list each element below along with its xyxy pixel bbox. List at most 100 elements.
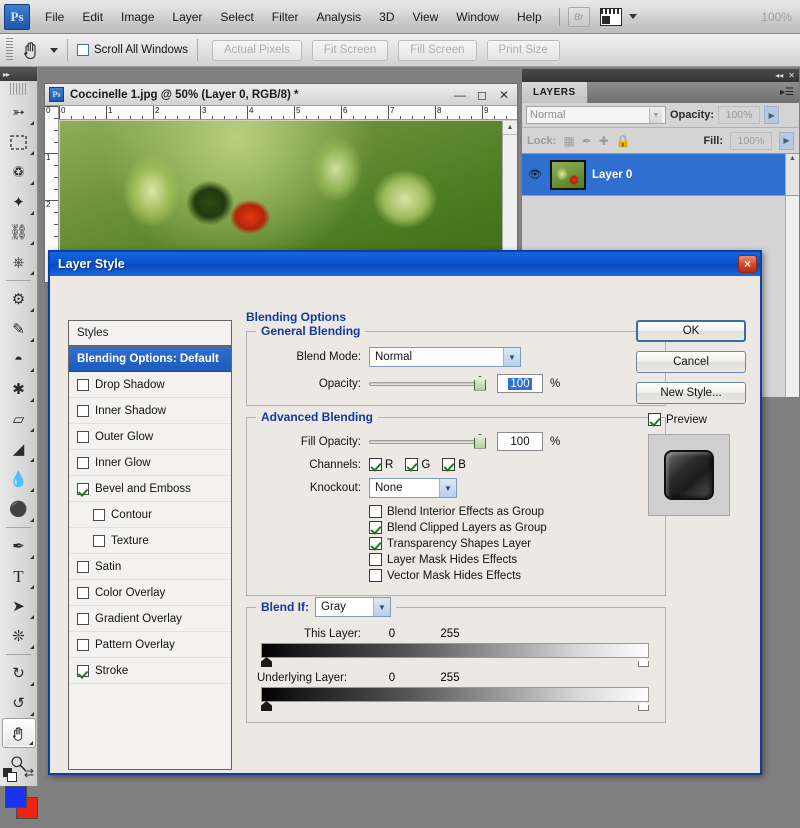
this-layer-white-knob[interactable] — [638, 657, 649, 667]
dodge-tool[interactable]: ⚫ — [2, 494, 36, 524]
vector-mask-hides-effects-checkbox[interactable] — [369, 569, 382, 582]
scroll-up-icon[interactable]: ▲ — [503, 121, 517, 135]
path-selection-tool[interactable]: ➤ — [2, 591, 36, 621]
fill-opacity-input[interactable]: 100 — [497, 432, 543, 451]
layer-opacity-value[interactable]: 100% — [718, 106, 761, 124]
scroll-all-windows-checkbox[interactable] — [77, 44, 89, 56]
style-texture[interactable]: Texture — [69, 528, 231, 554]
knockout-select[interactable]: None ▼ — [369, 478, 457, 498]
style-checkbox[interactable] — [77, 430, 89, 443]
toolbox-header[interactable]: ▸▸ — [0, 67, 37, 81]
panel-topbar[interactable]: ◂◂ ✕ — [522, 69, 799, 82]
paint-bucket-tool[interactable]: ◢ — [2, 434, 36, 464]
type-tool[interactable]: T — [2, 561, 36, 591]
menu-filter[interactable]: Filter — [263, 6, 308, 28]
actual-pixels-button[interactable]: Actual Pixels — [211, 39, 302, 61]
style-checkbox[interactable] — [77, 612, 89, 625]
lasso-tool[interactable]: ♽ — [2, 157, 36, 187]
chevron-down-icon[interactable]: ▼ — [503, 348, 520, 366]
eye-visibility-icon[interactable]: 👁 — [526, 168, 544, 181]
style-checkbox[interactable] — [77, 378, 89, 391]
screen-mode-icon[interactable] — [599, 7, 622, 26]
menu-layer[interactable]: Layer — [163, 6, 211, 28]
panel-close-icon[interactable]: ✕ — [788, 71, 795, 80]
preview-checkbox[interactable] — [648, 413, 661, 426]
minimize-button[interactable]: — — [449, 86, 471, 104]
vector-mask-hides-effects-option[interactable]: Vector Mask Hides Effects — [369, 569, 655, 582]
maximize-button[interactable]: ◻ — [471, 86, 493, 104]
collapse-panel-icon[interactable]: ◂◂ — [775, 71, 783, 80]
opacity-slider[interactable] — [369, 375, 486, 391]
opacity-slider-knob[interactable] — [474, 375, 486, 391]
marquee-tool[interactable] — [2, 127, 36, 157]
menu-image[interactable]: Image — [112, 6, 163, 28]
blend-if-channel-select[interactable]: Gray ▼ — [315, 597, 391, 617]
blend-mode-select[interactable]: Normal ▼ — [369, 347, 521, 367]
swap-colors-icon[interactable]: ⇄ — [24, 766, 34, 780]
style-color-overlay[interactable]: Color Overlay — [69, 580, 231, 606]
orbit-3d-tool[interactable]: ↺ — [2, 688, 36, 718]
clone-stamp-tool[interactable]: ◓ — [2, 344, 36, 374]
image-lock-icon[interactable]: ✒ — [582, 134, 592, 148]
channel-g[interactable]: G — [405, 458, 430, 471]
document-title-bar[interactable]: Ps Coccinelle 1.jpg @ 50% (Layer 0, RGB/… — [45, 84, 517, 106]
style-checkbox[interactable] — [77, 560, 89, 573]
magic-wand-tool[interactable]: ✦ — [2, 187, 36, 217]
menu-window[interactable]: Window — [447, 6, 508, 28]
panel-menu-icon[interactable]: ▸☰ — [780, 82, 799, 103]
layer-thumbnail[interactable] — [550, 159, 586, 190]
transparency-shapes-layer-checkbox[interactable] — [369, 537, 382, 550]
style-gradient-overlay[interactable]: Gradient Overlay — [69, 606, 231, 632]
menu-view[interactable]: View — [403, 6, 447, 28]
foreground-color-swatch[interactable] — [5, 786, 27, 808]
rotate-3d-tool[interactable]: ↻ — [2, 658, 36, 688]
chevron-down-icon[interactable]: ▼ — [439, 479, 456, 497]
bridge-button[interactable]: Br — [567, 6, 590, 27]
style-checkbox[interactable] — [93, 508, 105, 521]
color-swatches[interactable]: ⇄ — [0, 766, 38, 828]
horizontal-ruler[interactable]: 0 1 2 3 4 5 6 7 8 9 — [59, 106, 517, 120]
layers-body-scrollbar[interactable] — [785, 196, 799, 397]
default-colors-icon[interactable] — [3, 768, 17, 782]
pen-tool[interactable]: ✒ — [2, 531, 36, 561]
style-checkbox[interactable] — [77, 638, 89, 651]
chevron-down-icon[interactable]: ▼ — [373, 598, 390, 616]
channel-g-checkbox[interactable] — [405, 458, 419, 471]
style-checkbox[interactable] — [93, 534, 105, 547]
hand-tool-icon[interactable] — [19, 38, 43, 62]
history-brush-tool[interactable]: ✱ — [2, 374, 36, 404]
blend-clipped-layers-option[interactable]: Blend Clipped Layers as Group — [369, 521, 655, 534]
layer-opacity-stepper[interactable]: ▶ — [764, 106, 780, 124]
hand-tool[interactable] — [1, 718, 36, 748]
channel-b[interactable]: B — [442, 458, 466, 471]
fill-stepper[interactable]: ▶ — [779, 131, 794, 150]
options-bar-grip[interactable] — [6, 38, 13, 62]
layer-mask-hides-effects-checkbox[interactable] — [369, 553, 382, 566]
blend-interior-effects-checkbox[interactable] — [369, 505, 382, 518]
scroll-all-windows-option[interactable]: Scroll All Windows — [77, 44, 188, 56]
style-blending-options-default[interactable]: Blending Options: Default — [69, 347, 231, 372]
layers-list-scrollbar[interactable]: ▲ — [785, 154, 799, 195]
style-inner-shadow[interactable]: Inner Shadow — [69, 398, 231, 424]
style-satin[interactable]: Satin — [69, 554, 231, 580]
channel-b-checkbox[interactable] — [442, 458, 456, 471]
style-stroke[interactable]: Stroke — [69, 658, 231, 684]
fill-opacity-slider[interactable] — [369, 433, 486, 449]
move-tool[interactable]: ➳ — [2, 97, 36, 127]
close-button[interactable]: ✕ — [493, 86, 515, 104]
menu-help[interactable]: Help — [508, 6, 551, 28]
menu-select[interactable]: Select — [211, 6, 262, 28]
eyedropper-tool[interactable]: ⎈ — [2, 247, 36, 277]
blur-tool[interactable]: 💧 — [2, 464, 36, 494]
position-lock-icon[interactable]: ✚ — [599, 134, 609, 148]
style-checkbox[interactable] — [77, 456, 89, 469]
channel-r-checkbox[interactable] — [369, 458, 382, 471]
menu-3d[interactable]: 3D — [370, 6, 403, 28]
fill-screen-button[interactable]: Fill Screen — [398, 39, 477, 61]
style-bevel-and-emboss[interactable]: Bevel and Emboss — [69, 476, 231, 502]
brush-tool[interactable]: ✎ — [2, 314, 36, 344]
style-inner-glow[interactable]: Inner Glow — [69, 450, 231, 476]
underlying-layer-black-knob[interactable] — [261, 701, 272, 711]
transparency-shapes-layer-option[interactable]: Transparency Shapes Layer — [369, 537, 655, 550]
eraser-tool[interactable]: ▱ — [2, 404, 36, 434]
